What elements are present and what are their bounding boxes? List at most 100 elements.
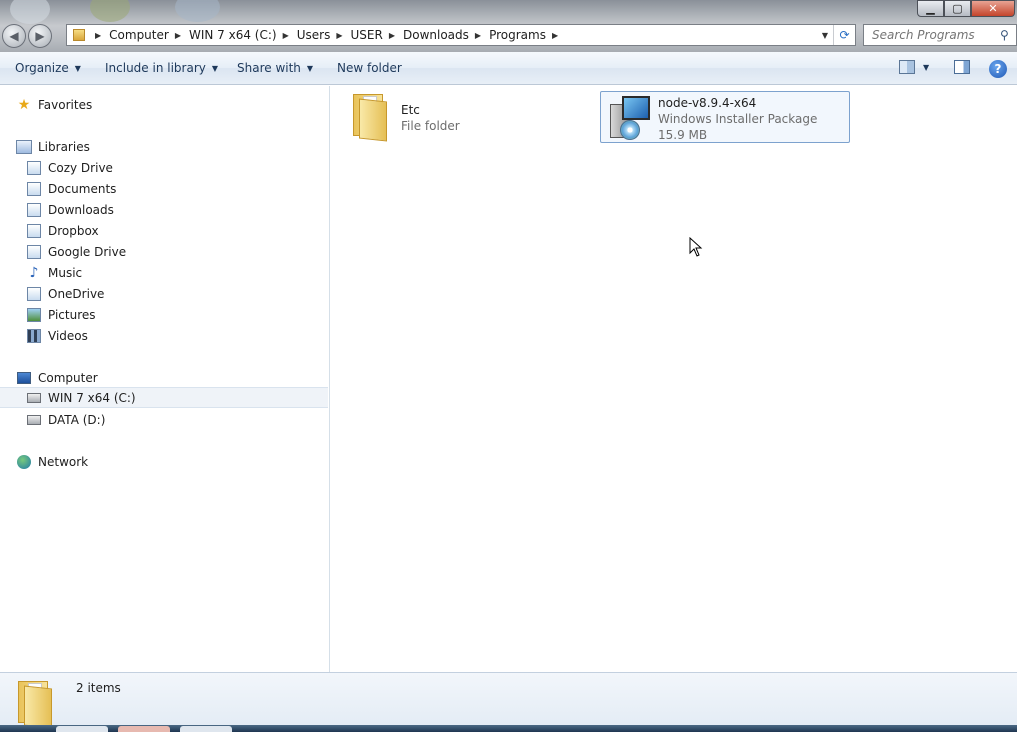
chevron-down-icon: ▼ <box>211 63 219 73</box>
item-count: 2 items <box>76 681 121 695</box>
breadcrumb-computer[interactable]: Computer ▶ <box>109 28 189 42</box>
glass-reflection <box>10 0 50 24</box>
sidebar-item-network[interactable]: Network <box>16 451 88 472</box>
navigation-pane: ★ Favorites Libraries Cozy Drive Documen… <box>0 86 330 672</box>
file-type: Windows Installer Package <box>658 112 818 126</box>
breadcrumb-label[interactable]: Computer <box>109 28 169 42</box>
details-pane: 2 items <box>0 672 1017 729</box>
sidebar-item-videos[interactable]: Videos <box>26 325 88 346</box>
new-folder-button[interactable]: New folder <box>337 61 402 75</box>
chevron-down-icon[interactable]: ▼ <box>923 63 929 72</box>
sidebar-item-libraries[interactable]: Libraries <box>16 136 90 157</box>
preview-pane-icon <box>954 60 970 74</box>
sidebar-item-onedrive[interactable]: OneDrive <box>26 283 104 304</box>
help-button[interactable]: ? <box>989 60 1007 78</box>
breadcrumb-label[interactable]: Programs <box>489 28 546 42</box>
minimize-button[interactable]: ▁ <box>917 0 944 17</box>
sidebar-item-music[interactable]: ♪ Music <box>26 262 83 283</box>
sidebar-item-computer[interactable]: Computer <box>16 367 98 388</box>
breadcrumb-user[interactable]: USER ▶ <box>351 28 403 42</box>
sidebar-item-favorites[interactable]: ★ Favorites <box>16 94 93 115</box>
organize-label: Organize <box>15 61 69 75</box>
documents-icon <box>26 181 42 197</box>
hard-drive-icon <box>26 412 42 428</box>
share-with-button[interactable]: Share with ▼ <box>237 61 313 75</box>
chevron-down-icon: ▼ <box>74 63 81 73</box>
taskbar-button[interactable] <box>56 726 108 732</box>
search-icon[interactable]: ⚲ <box>1000 28 1009 42</box>
sidebar-item-drive-d[interactable]: DATA (D:) <box>26 409 105 430</box>
sidebar-item-label: Google Drive <box>48 244 127 259</box>
file-name: node-v8.9.4-x64 <box>658 96 757 110</box>
breadcrumb-downloads[interactable]: Downloads ▶ <box>403 28 489 42</box>
breadcrumb-label[interactable]: USER <box>351 28 383 42</box>
library-icon <box>26 286 42 302</box>
library-icon <box>26 223 42 239</box>
chevron-right-icon[interactable]: ▶ <box>283 31 289 40</box>
sidebar-item-label: Computer <box>38 370 98 385</box>
libraries-icon <box>16 139 32 155</box>
breadcrumb-label[interactable]: WIN 7 x64 (C:) <box>189 28 277 42</box>
breadcrumb-programs[interactable]: Programs ▶ <box>489 28 566 42</box>
search-box[interactable]: ⚲ <box>863 24 1017 46</box>
preview-pane-button[interactable] <box>954 60 970 74</box>
breadcrumb-users[interactable]: Users ▶ <box>297 28 351 42</box>
file-item-etc[interactable]: Etc File folder <box>351 92 591 144</box>
sidebar-item-label: DATA (D:) <box>48 412 106 427</box>
folder-icon <box>16 679 52 729</box>
sidebar-item-label: Music <box>48 265 83 280</box>
sidebar-item-drive-c[interactable]: WIN 7 x64 (C:) <box>0 387 328 408</box>
sidebar-item-pictures[interactable]: Pictures <box>26 304 96 325</box>
refresh-button[interactable]: ⟳ <box>833 25 855 45</box>
back-button[interactable]: ◀ <box>2 24 26 48</box>
change-view-button[interactable]: ▼ <box>899 60 929 74</box>
refresh-icon: ⟳ <box>839 28 850 42</box>
sidebar-item-google-drive[interactable]: Google Drive <box>26 241 126 262</box>
organize-button[interactable]: Organize ▼ <box>15 61 81 75</box>
chevron-right-icon[interactable]: ▶ <box>552 31 558 40</box>
maximize-button[interactable]: ▢ <box>944 0 971 17</box>
sidebar-item-label: Favorites <box>38 97 93 112</box>
sidebar-item-label: Documents <box>48 181 117 196</box>
taskbar-button[interactable] <box>118 726 170 732</box>
address-history-dropdown[interactable]: ▼ <box>817 31 833 40</box>
star-glyph: ★ <box>17 96 31 113</box>
forward-button[interactable]: ▶ <box>28 24 52 48</box>
search-input[interactable] <box>872 28 1000 42</box>
folder-icon <box>73 29 85 41</box>
forward-arrow-icon: ▶ <box>35 29 45 43</box>
sidebar-item-cozy-drive[interactable]: Cozy Drive <box>26 157 113 178</box>
library-icon <box>26 244 42 260</box>
sidebar-item-documents[interactable]: Documents <box>26 178 116 199</box>
chevron-right-icon[interactable]: ▶ <box>475 31 481 40</box>
file-item-node-installer[interactable]: node-v8.9.4-x64 Windows Installer Packag… <box>600 91 850 143</box>
help-icon: ? <box>989 60 1007 78</box>
breadcrumb-label[interactable]: Users <box>297 28 331 42</box>
breadcrumb-separator[interactable]: ▶ <box>89 31 109 40</box>
breadcrumb-drive-c[interactable]: WIN 7 x64 (C:) ▶ <box>189 28 297 42</box>
sidebar-item-label: Pictures <box>48 307 96 322</box>
file-type: File folder <box>401 119 460 133</box>
chevron-right-icon[interactable]: ▶ <box>175 31 181 40</box>
chevron-right-icon[interactable]: ▶ <box>336 31 342 40</box>
file-list[interactable]: Etc File folder node-v8.9.4-x64 Windows … <box>331 86 1017 672</box>
taskbar-button[interactable] <box>180 726 232 732</box>
address-bar[interactable]: ▶ Computer ▶ WIN 7 x64 (C:) ▶ Users ▶ USER ▶… <box>66 24 856 46</box>
sidebar-item-dropbox[interactable]: Dropbox <box>26 220 99 241</box>
sidebar-item-label: Network <box>38 454 89 469</box>
file-size: 15.9 MB <box>658 128 708 142</box>
breadcrumb-label[interactable]: Downloads <box>403 28 469 42</box>
star-icon: ★ <box>16 97 32 113</box>
include-in-library-button[interactable]: Include in library ▼ <box>105 61 218 75</box>
sidebar-item-label: OneDrive <box>48 286 105 301</box>
command-bar: Organize ▼ Include in library ▼ Share with… <box>0 52 1017 85</box>
chevron-right-icon[interactable]: ▶ <box>95 31 101 40</box>
library-icon <box>26 160 42 176</box>
close-button[interactable]: ✕ <box>971 0 1015 17</box>
sidebar-item-label: Dropbox <box>48 223 99 238</box>
window-controls: ▁ ▢ ✕ <box>917 0 1015 17</box>
glass-reflection <box>175 0 220 22</box>
sidebar-item-downloads[interactable]: Downloads <box>26 199 114 220</box>
chevron-right-icon[interactable]: ▶ <box>389 31 395 40</box>
include-in-library-label: Include in library <box>105 61 206 75</box>
